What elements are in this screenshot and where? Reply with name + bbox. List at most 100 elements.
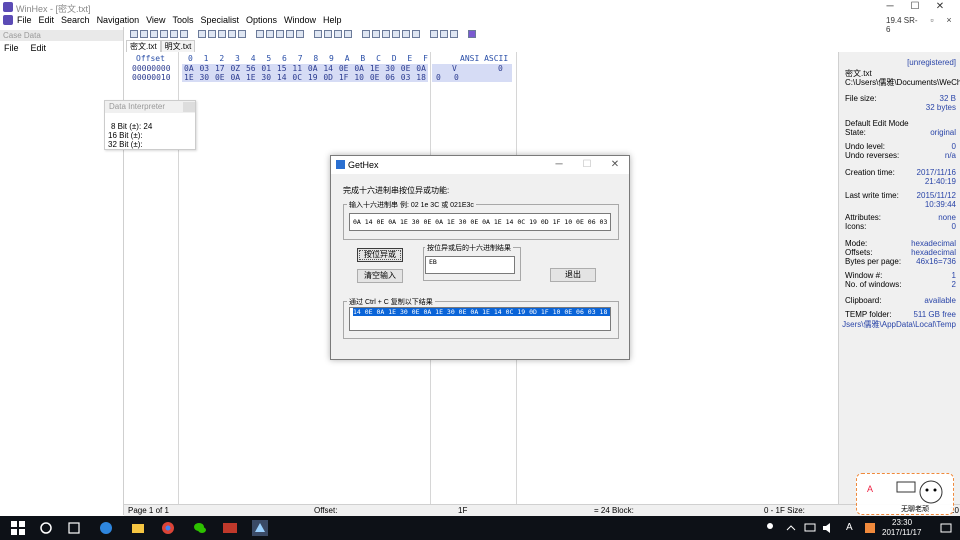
menu-specialist[interactable]: Specialist (200, 15, 239, 25)
winhex-tool-icon[interactable] (468, 29, 476, 38)
hex-byte[interactable]: 17 (215, 64, 225, 73)
print-icon[interactable] (160, 29, 168, 38)
case-menu-file[interactable]: File (4, 43, 19, 53)
hex-byte[interactable]: 0D (323, 73, 333, 82)
menu-view[interactable]: View (146, 15, 165, 25)
hex-byte[interactable]: 14 (323, 64, 333, 73)
chevron-up-icon[interactable] (786, 520, 796, 536)
find-text-icon[interactable] (256, 29, 264, 38)
menu-tools[interactable]: Tools (172, 15, 193, 25)
wechat-icon[interactable] (192, 520, 208, 536)
paste-icon[interactable] (218, 29, 226, 38)
hex-byte[interactable]: 11 (292, 64, 302, 73)
ram-icon[interactable] (372, 29, 380, 38)
find-hex-icon[interactable] (266, 29, 274, 38)
network-icon[interactable] (802, 520, 818, 536)
save-icon[interactable] (150, 29, 158, 38)
hex-bytes-row[interactable]: 0A 03 17 0Z 56 01 15 11 0A 14 0E 0A 1E 3… (182, 64, 428, 73)
ascii-row[interactable]: 0 0 (432, 73, 512, 82)
hex-byte[interactable]: 0E (370, 73, 380, 82)
copy-result-field[interactable]: 14 0E 0A 1E 30 0E 0A 1E 30 0E 0A 1E 14 0… (349, 307, 611, 331)
replace-text-icon[interactable] (276, 29, 284, 38)
close-icon[interactable]: ✕ (930, 1, 950, 13)
forward-icon[interactable] (344, 29, 352, 38)
xor-button[interactable]: 按位异或 (357, 248, 403, 262)
undo-icon[interactable] (180, 29, 188, 38)
replace-hex-icon[interactable] (286, 29, 294, 38)
goto-offset-icon[interactable] (314, 29, 322, 38)
hex-byte[interactable]: 1F (339, 73, 349, 82)
properties-icon[interactable] (170, 29, 178, 38)
hex-byte[interactable]: 1E (370, 64, 380, 73)
volume-icon[interactable] (820, 520, 836, 536)
hex-byte[interactable]: 03 (401, 73, 411, 82)
clock-date[interactable]: 2017/11/17 (882, 528, 921, 537)
hex-byte[interactable]: 0A (230, 73, 240, 82)
back-icon[interactable] (334, 29, 342, 38)
help-icon[interactable] (450, 29, 458, 38)
hex-byte[interactable]: 0C (292, 73, 302, 82)
hex-byte[interactable]: 30 (261, 73, 271, 82)
doc-restore-icon[interactable]: ▫ (925, 14, 939, 26)
disk-icon[interactable] (362, 29, 370, 38)
script-icon[interactable] (412, 29, 420, 38)
hex-bytes-row[interactable]: 1E 30 0E 0A 1E 30 14 0C 19 0D 1F 10 0E 0… (182, 73, 428, 82)
hex-byte[interactable]: 15 (277, 64, 287, 73)
doc-close-icon[interactable]: × (942, 14, 956, 26)
hex-byte[interactable]: 10 (354, 73, 364, 82)
app-tray-icon[interactable] (862, 520, 878, 536)
refresh-icon[interactable] (440, 29, 448, 38)
input-language[interactable]: A (846, 522, 853, 533)
hex-byte[interactable]: 56 (246, 64, 256, 73)
paste-write-icon[interactable] (228, 29, 236, 38)
compare-icon[interactable] (430, 29, 438, 38)
hex-byte[interactable]: 1E (184, 73, 194, 82)
dialog-minimize-icon[interactable]: ─ (551, 158, 567, 171)
analyze-icon[interactable] (392, 29, 400, 38)
windows-start-icon[interactable] (10, 520, 26, 536)
hex-byte[interactable]: 0Z (230, 64, 240, 73)
notification-icon[interactable] (938, 520, 954, 536)
clear-input-button[interactable]: 清空输入 (357, 269, 403, 283)
clock-time[interactable]: 23:30 (892, 518, 912, 527)
menu-search[interactable]: Search (61, 15, 90, 25)
menu-file[interactable]: File (17, 15, 32, 25)
winhex-taskbar-icon[interactable] (222, 520, 238, 536)
hex-input-field[interactable]: 0A 14 0E 0A 1E 30 0E 0A 1E 30 0E 0A 1E 1… (349, 213, 611, 231)
people-icon[interactable] (762, 520, 778, 536)
hex-byte[interactable]: 30 (199, 73, 209, 82)
data-interpreter-panel[interactable]: Data Interpreter 8 Bit (±): 24 16 Bit (±… (104, 100, 196, 150)
menu-options[interactable]: Options (246, 15, 277, 25)
find-next-icon[interactable] (296, 29, 304, 38)
menu-help[interactable]: Help (323, 15, 342, 25)
hex-byte[interactable]: 30 (385, 64, 395, 73)
file-explorer-icon[interactable] (130, 520, 146, 536)
hex-byte[interactable]: 06 (385, 73, 395, 82)
edge-browser-icon[interactable] (98, 520, 114, 536)
hex-byte[interactable]: 03 (199, 64, 209, 73)
menu-window[interactable]: Window (284, 15, 316, 25)
hex-byte[interactable]: 0E (339, 64, 349, 73)
goto-page-icon[interactable] (324, 29, 332, 38)
menu-edit[interactable]: Edit (39, 15, 55, 25)
search-icon[interactable] (38, 520, 54, 536)
dialog-close-icon[interactable]: ✕ (607, 158, 623, 171)
hex-byte[interactable]: 0A (354, 64, 364, 73)
cut-icon[interactable] (198, 29, 206, 38)
exit-button[interactable]: 退出 (550, 268, 596, 282)
copy-icon[interactable] (208, 29, 216, 38)
hex-byte[interactable]: 0A (416, 64, 426, 73)
calculator-icon[interactable] (382, 29, 390, 38)
tab-ciphertext[interactable]: 密文.txt (126, 40, 161, 52)
hex-byte[interactable]: 1E (246, 73, 256, 82)
ascii-row[interactable]: V 0 (432, 64, 512, 73)
new-file-icon[interactable] (130, 29, 138, 38)
hex-byte[interactable]: 0E (215, 73, 225, 82)
open-file-icon[interactable] (140, 29, 148, 38)
maximize-icon[interactable]: ☐ (905, 1, 925, 13)
fill-icon[interactable] (238, 29, 246, 38)
minimize-icon[interactable]: ─ (880, 1, 900, 13)
task-view-icon[interactable] (66, 520, 82, 536)
hex-byte[interactable]: 19 (308, 73, 318, 82)
hex-byte[interactable]: 18 (416, 73, 426, 82)
